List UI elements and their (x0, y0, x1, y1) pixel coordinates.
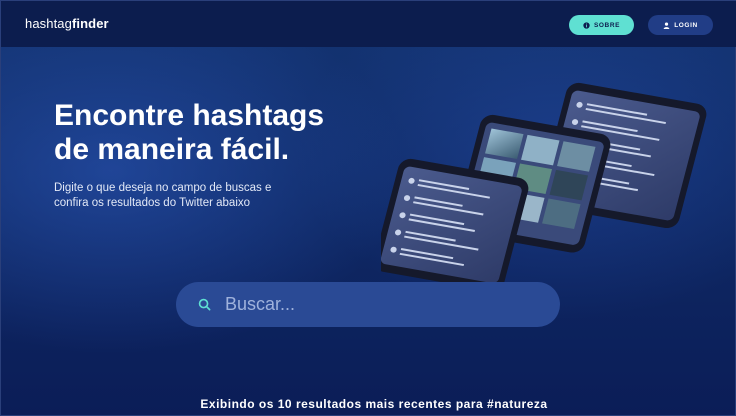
landing-page: hashtagfinder SOBRE LOGIN Encontre hasht… (0, 0, 736, 416)
hero-title-line-2: de maneira fácil. (54, 133, 290, 166)
sobre-label: SOBRE (593, 21, 621, 29)
phone-left (374, 158, 529, 291)
login-button[interactable]: LOGIN (648, 15, 713, 35)
phones-image (374, 82, 707, 291)
brand-logo[interactable]: hashtagfinder (25, 16, 109, 31)
logo-regular-text: hashtag (25, 16, 72, 31)
search-bar[interactable] (176, 282, 560, 327)
results-caption: Exibindo os 10 resultados mais recentes … (200, 397, 548, 411)
login-label: LOGIN (674, 21, 698, 29)
hero-title: Encontre hashtags de maneira fácil. (54, 99, 394, 167)
phones-illustration (374, 71, 736, 301)
user-icon (663, 21, 670, 29)
top-navbar: hashtagfinder SOBRE LOGIN (1, 1, 736, 47)
hero-subtitle: Digite o que deseja no campo de buscas e… (54, 181, 324, 211)
hero-title-line-1: Encontre hashtags (54, 99, 325, 132)
sobre-button[interactable]: SOBRE (569, 15, 634, 35)
logo-bold-text: finder (71, 16, 109, 31)
hero-subtitle-line-1: Digite o que deseja no campo de buscas e (54, 182, 272, 194)
hero-subtitle-line-2: confira os resultados do Twitter abaixo (54, 197, 251, 209)
search-icon (198, 298, 211, 311)
info-icon (583, 21, 590, 29)
search-input[interactable] (225, 289, 525, 320)
